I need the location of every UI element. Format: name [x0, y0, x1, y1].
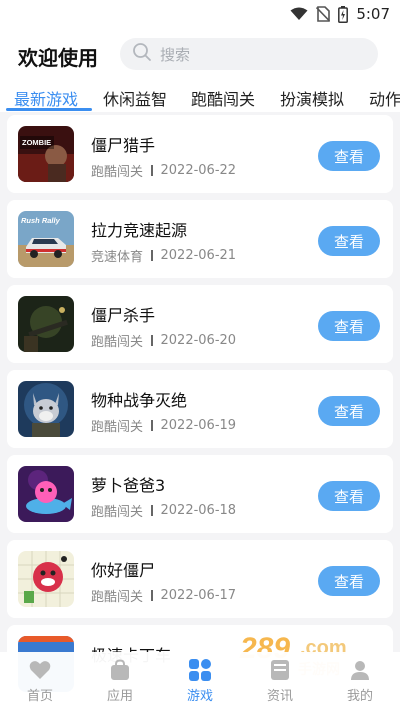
game-thumbnail: Rush Rally	[18, 211, 74, 267]
battery-icon	[338, 5, 349, 23]
game-date: 2022-06-19	[160, 418, 237, 433]
news-icon	[268, 658, 292, 682]
zombie-logo-text: ZOMBIE	[22, 138, 51, 147]
game-thumbnail	[18, 381, 74, 437]
game-date: 2022-06-17	[160, 588, 237, 603]
nav-label: 我的	[346, 689, 373, 704]
game-name: 萝卜爸爸3	[91, 476, 166, 495]
nav-label: 资讯	[266, 689, 293, 704]
bottom-navigation: 首页 应用 游戏 资讯 我的	[0, 652, 400, 711]
nav-profile[interactable]: 我的	[330, 658, 390, 704]
game-date: 2022-06-20	[160, 333, 237, 348]
game-thumbnail	[18, 466, 74, 522]
search-input[interactable]: 搜索	[120, 38, 378, 70]
wifi-icon	[290, 7, 308, 21]
list-item[interactable]: 僵尸杀手 跑酷闯关 2022-06-20 查看	[7, 285, 393, 363]
game-category: 跑酷闯关	[91, 420, 144, 435]
bag-icon	[108, 658, 132, 682]
view-button[interactable]: 查看	[318, 566, 380, 596]
tab-latest-games[interactable]: 最新游戏	[14, 86, 78, 110]
game-date: 2022-06-18	[160, 503, 237, 518]
view-button[interactable]: 查看	[318, 396, 380, 426]
game-category: 跑酷闯关	[91, 165, 144, 180]
status-time: 5:07	[356, 5, 390, 23]
nav-label: 首页	[26, 689, 53, 704]
no-sim-icon	[316, 6, 331, 22]
search-icon	[132, 42, 152, 66]
meta-divider	[151, 165, 153, 176]
tab-casual-puzzle[interactable]: 休闲益智	[103, 86, 167, 110]
tab-action[interactable]: 动作	[369, 86, 400, 110]
game-meta: 跑酷闯关 2022-06-22	[91, 161, 236, 180]
nav-home[interactable]: 首页	[10, 658, 70, 704]
game-category: 跑酷闯关	[91, 335, 144, 350]
tab-active-indicator	[6, 108, 92, 111]
list-item[interactable]: 物种战争灭绝 跑酷闯关 2022-06-19 查看	[7, 370, 393, 448]
header: 欢迎使用 搜索	[0, 28, 400, 80]
nav-apps[interactable]: 应用	[90, 658, 150, 704]
game-thumbnail	[18, 551, 74, 607]
game-meta: 跑酷闯关 2022-06-19	[91, 416, 236, 435]
game-date: 2022-06-21	[160, 248, 237, 263]
game-category: 跑酷闯关	[91, 590, 144, 605]
list-item[interactable]: 你好僵尸 跑酷闯关 2022-06-17 查看	[7, 540, 393, 618]
meta-divider	[151, 335, 153, 346]
profile-icon	[348, 658, 372, 682]
nav-label: 游戏	[186, 689, 213, 704]
view-button[interactable]: 查看	[318, 226, 380, 256]
nav-games[interactable]: 游戏	[170, 658, 230, 704]
meta-divider	[151, 590, 153, 601]
meta-divider	[151, 250, 153, 261]
nav-label: 应用	[106, 689, 133, 704]
list-item[interactable]: ZOMBIE 僵尸猎手 跑酷闯关 2022-06-22 查看	[7, 115, 393, 193]
tab-roleplay-sim[interactable]: 扮演模拟	[280, 86, 344, 110]
game-name: 物种战争灭绝	[91, 391, 188, 410]
meta-divider	[151, 420, 153, 431]
meta-divider	[151, 505, 153, 516]
game-name: 僵尸杀手	[91, 306, 156, 325]
grid-icon	[188, 658, 212, 682]
list-item[interactable]: Rush Rally 拉力竞速起源 竞速体育 2022-06-21 查看	[7, 200, 393, 278]
game-meta: 竞速体育 2022-06-21	[91, 246, 236, 265]
game-meta: 跑酷闯关 2022-06-17	[91, 586, 236, 605]
view-button[interactable]: 查看	[318, 311, 380, 341]
game-category: 跑酷闯关	[91, 505, 144, 520]
list-item[interactable]: 萝卜爸爸3 跑酷闯关 2022-06-18 查看	[7, 455, 393, 533]
heart-icon	[28, 658, 52, 682]
game-name: 拉力竞速起源	[91, 221, 188, 240]
view-button[interactable]: 查看	[318, 141, 380, 171]
game-thumbnail: ZOMBIE	[18, 126, 74, 182]
game-meta: 跑酷闯关 2022-06-20	[91, 331, 236, 350]
game-meta: 跑酷闯关 2022-06-18	[91, 501, 236, 520]
category-tabs: 最新游戏 休闲益智 跑酷闯关 扮演模拟 动作	[0, 80, 400, 112]
game-name: 僵尸猎手	[91, 136, 156, 155]
game-date: 2022-06-22	[160, 163, 237, 178]
game-thumbnail	[18, 296, 74, 352]
view-button[interactable]: 查看	[318, 481, 380, 511]
page-title: 欢迎使用	[18, 46, 98, 70]
tab-parkour[interactable]: 跑酷闯关	[191, 86, 255, 110]
nav-news[interactable]: 资讯	[250, 658, 310, 704]
game-name: 你好僵尸	[91, 561, 156, 580]
status-bar: 5:07	[0, 0, 400, 28]
game-category: 竞速体育	[91, 250, 144, 265]
search-placeholder: 搜索	[160, 45, 191, 64]
rally-logo-text: Rush Rally	[21, 216, 61, 225]
